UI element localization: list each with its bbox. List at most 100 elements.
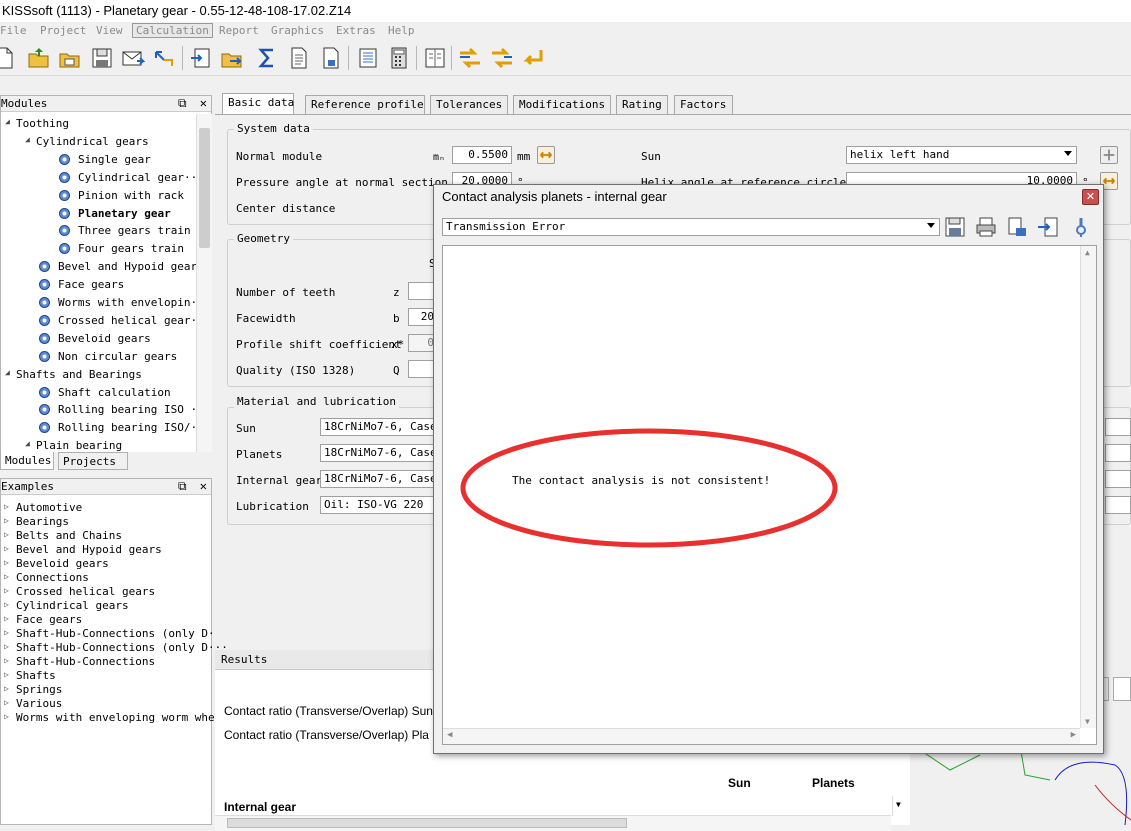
sizing-icon[interactable] [458,46,482,70]
tree-expander-icon[interactable]: ▷ [4,586,9,595]
menu-calculation[interactable]: Calculation [132,23,213,38]
calculator-icon[interactable] [387,46,411,70]
tree-expander-icon[interactable]: ▷ [4,712,9,721]
report-settings-icon[interactable] [319,46,343,70]
tree-expander-icon[interactable]: ◢ [25,439,33,448]
example-item[interactable]: ▷ Shaft-Hub-Connections (only D··· [1,641,228,655]
plus-icon[interactable] [1100,146,1118,164]
modules-scrollbar[interactable] [196,114,212,470]
example-item[interactable]: ▷ Automotive [1,501,209,515]
module-tree-item[interactable]: ◢ Toothing [1,116,196,133]
example-item[interactable]: ▷ Various [1,697,209,711]
module-tree-item[interactable]: Beveloid gears [1,331,196,348]
tab-factors[interactable]: Factors [674,95,733,114]
open-folder-icon[interactable] [27,46,51,70]
import-icon[interactable] [189,46,213,70]
tree-expander-icon[interactable]: ▷ [4,684,9,693]
menu-view[interactable]: View [96,24,123,37]
float-panel-icon[interactable]: ⧉ [178,96,187,110]
export-icon[interactable] [1037,216,1059,241]
tab-tolerances[interactable]: Tolerances [430,95,508,114]
tree-expander-icon[interactable]: ▷ [4,544,9,553]
tree-expander-icon[interactable]: ▷ [4,656,9,665]
module-tree-item[interactable]: ◢ Shafts and Bearings [1,367,196,384]
tree-expander-icon[interactable]: ▷ [4,502,9,511]
close-icon[interactable]: ✕ [1082,189,1099,205]
example-item[interactable]: ▷ Cylindrical gears [1,599,209,613]
tree-expander-icon[interactable]: ▷ [4,698,9,707]
report-icon[interactable] [287,46,311,70]
menu-help[interactable]: Help [388,24,415,37]
material-internal-select-tail[interactable] [1105,470,1131,488]
lubrication-select-tail[interactable] [1105,496,1131,514]
module-tree-item[interactable]: ◢ Cylindrical gears [1,134,196,151]
tab-projects[interactable]: Projects [58,452,128,470]
settings-wrench-icon[interactable] [1070,216,1092,241]
diagram-vscrollbar[interactable]: ▲ ▼ [1080,246,1096,728]
tree-expander-icon[interactable]: ▷ [4,670,9,679]
save-icon[interactable] [944,216,966,241]
tree-expander-icon[interactable]: ▷ [4,530,9,539]
module-tree-item[interactable]: Rolling bearing ISO/··· [1,420,210,437]
tree-expander-icon[interactable]: ◢ [5,117,13,126]
tree-expander-icon[interactable]: ▷ [4,572,9,581]
example-item[interactable]: ▷ Crossed helical gears [1,585,209,599]
example-item[interactable]: ▷ Shaft-Hub-Connections (only D··· [1,627,228,641]
menu-file[interactable]: File [0,24,27,37]
tree-expander-icon[interactable]: ▷ [4,516,9,525]
example-item[interactable]: ▷ Worms with enveloping worm wheel [1,711,228,725]
send-email-icon[interactable] [121,46,146,70]
example-item[interactable]: ▷ Springs [1,683,209,697]
material-planets-select[interactable]: 18CrNiMo7-6, Case- [320,444,440,462]
example-item[interactable]: ▷ Belts and Chains [1,529,209,543]
material-sun-select-tail[interactable] [1105,418,1131,436]
tree-expander-icon[interactable]: ▷ [4,558,9,567]
material-sun-select[interactable]: 18CrNiMo7-6, Case- [320,418,440,436]
tab-basic-data[interactable]: Basic data [222,93,294,115]
normal-module-input[interactable]: 0.5500 [452,146,512,164]
results-hscrollbar[interactable] [215,815,891,831]
example-item[interactable]: ▷ Shafts [1,669,209,683]
print-setup-icon[interactable] [1006,216,1028,241]
diagram-type-select[interactable]: Transmission Error [442,218,940,236]
module-tree-item[interactable]: Single gear [1,152,196,169]
module-tree-item[interactable]: Non circular gears [1,349,196,366]
menu-extras[interactable]: Extras [336,24,376,37]
material-planets-select-tail[interactable] [1105,444,1131,462]
example-item[interactable]: ▷ Shaft-Hub-Connections [1,655,209,669]
manual-icon[interactable] [423,46,447,70]
module-tree-item[interactable]: Cylindrical gear··· [1,170,204,187]
helix-direction-select[interactable]: helix left hand [846,146,1077,164]
example-item[interactable]: ▷ Bevel and Hypoid gears [1,543,209,557]
new-file-icon[interactable] [0,46,16,70]
fine-sizing-icon[interactable] [490,46,514,70]
tree-expander-icon[interactable]: ▷ [4,614,9,623]
tree-expander-icon[interactable]: ▷ [4,628,9,637]
module-tree-item[interactable]: Face gears [1,277,196,294]
module-tree-item[interactable]: Three gears train [1,223,196,240]
module-tree-item[interactable]: Bevel and Hypoid gears [1,259,204,276]
module-list-icon[interactable] [356,46,380,70]
menu-project[interactable]: Project [40,24,86,37]
tree-expander-icon[interactable]: ◢ [5,368,13,377]
sizing-button-icon[interactable] [537,146,555,164]
menu-graphics[interactable]: Graphics [271,24,324,37]
close-panel-icon[interactable]: ✕ [200,479,207,493]
tab-modifications[interactable]: Modifications [513,95,611,114]
example-item[interactable]: ▷ Connections [1,571,209,585]
module-tree-item[interactable]: Four gears train [1,241,196,258]
save-icon[interactable] [90,46,114,70]
module-tree-item[interactable]: Shaft calculation [1,385,196,402]
open-example-icon[interactable] [58,46,82,70]
diagram-hscrollbar[interactable]: ◀ ▶ [443,728,1080,744]
print-icon[interactable] [975,216,997,241]
module-tree-item[interactable]: Pinion with rack [1,188,196,205]
undo-icon[interactable] [152,46,176,70]
module-tree-item[interactable]: Worms with envelopin··· [1,295,210,312]
calculate-sum-icon[interactable] [255,46,279,70]
module-tree-item[interactable]: Crossed helical gear··· [1,313,210,330]
float-panel-icon[interactable]: ⧉ [178,479,187,493]
tree-expander-icon[interactable]: ▷ [4,600,9,609]
tab-rating[interactable]: Rating [616,95,668,114]
lubrication-select[interactable]: Oil: ISO-VG 220 [320,496,440,514]
